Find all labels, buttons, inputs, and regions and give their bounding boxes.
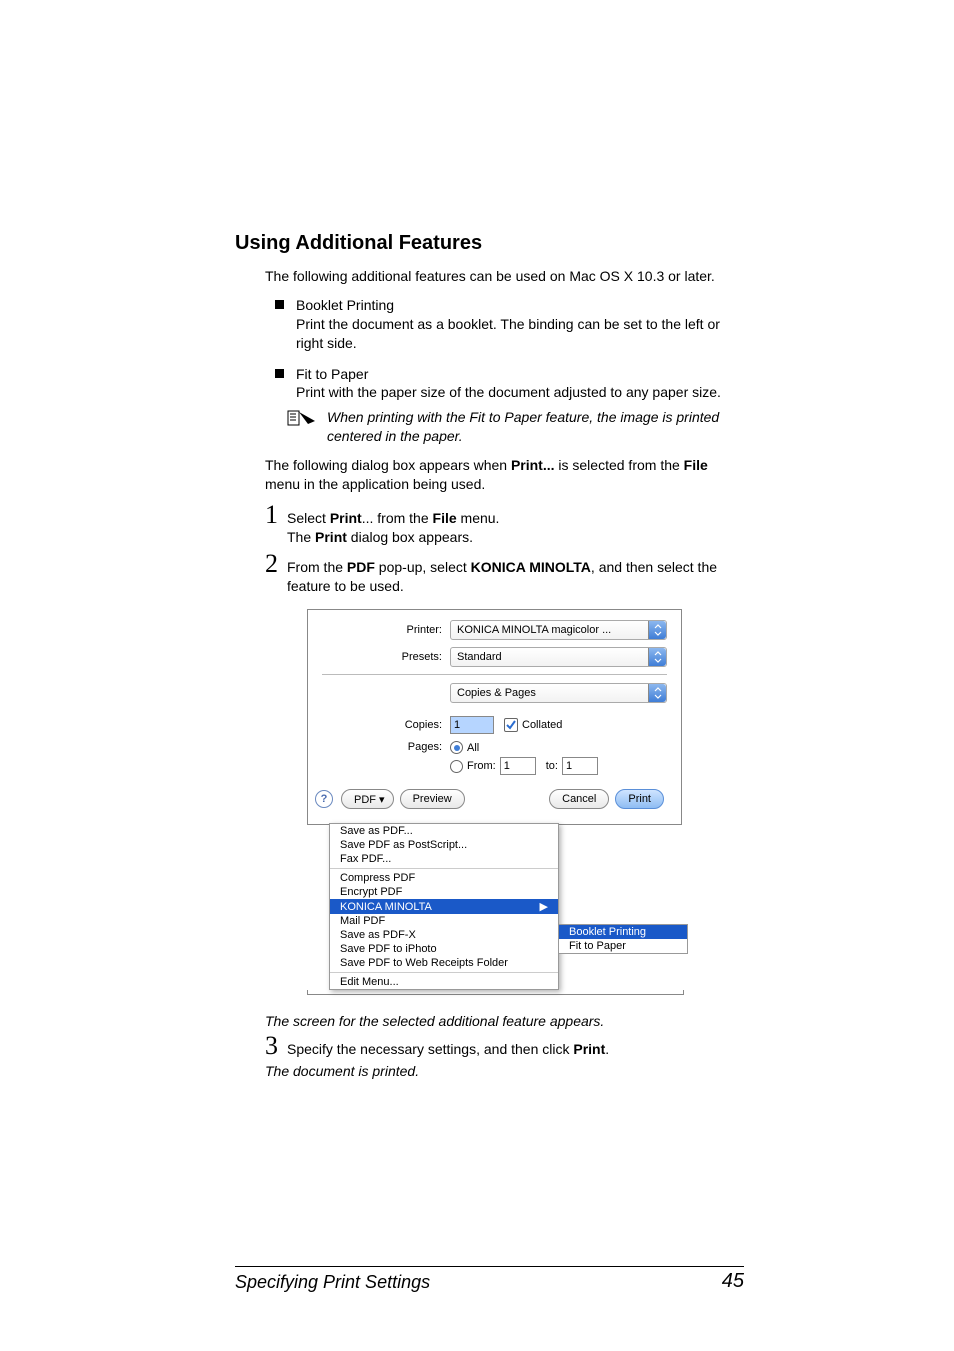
menu-item[interactable]: Save PDF to Web Receipts Folder [330, 956, 558, 970]
preview-button[interactable]: Preview [400, 789, 465, 809]
menu-item[interactable]: Encrypt PDF [330, 885, 558, 899]
presets-label: Presets: [322, 651, 450, 663]
select-value: KONICA MINOLTA magicolor ... [457, 624, 611, 636]
step-1: 1 Select Print... from the File menu. Th… [265, 504, 744, 547]
submenu-item-highlighted[interactable]: Booklet Printing [559, 925, 687, 939]
menu-item[interactable]: Mail PDF [330, 914, 558, 928]
section-heading: Using Additional Features [235, 232, 744, 255]
divider [322, 674, 667, 675]
intro-paragraph: The following additional features can be… [265, 267, 744, 286]
menu-item[interactable]: Save as PDF-X [330, 928, 558, 942]
step-text: Select Print... from the File menu. [287, 509, 744, 528]
page-number: 45 [722, 1270, 744, 1293]
text-span: menu in the application being used. [265, 476, 485, 492]
all-label: All [467, 742, 479, 754]
step-3: 3 Specify the necessary settings, and th… [265, 1035, 744, 1059]
page: Using Additional Features The following … [0, 0, 954, 1351]
menu-item[interactable]: Save PDF to iPhoto [330, 942, 558, 956]
to-label: to: [546, 760, 558, 772]
select-value: Standard [457, 651, 502, 663]
note-text: When printing with the Fit to Paper feat… [327, 408, 744, 446]
step-subtext: The Print dialog box appears. [287, 528, 744, 547]
help-button[interactable]: ? [315, 790, 333, 808]
text-bold: File [684, 457, 708, 473]
menu-separator [330, 868, 558, 869]
collated-label: Collated [522, 719, 562, 731]
footer-rule [235, 1266, 744, 1267]
menu-item-label: KONICA MINOLTA [340, 901, 432, 913]
pages-range-radio[interactable] [450, 760, 463, 773]
printer-select[interactable]: KONICA MINOLTA magicolor ... [450, 620, 667, 640]
print-button[interactable]: Print [615, 789, 664, 809]
step-text: Specify the necessary settings, and then… [287, 1040, 744, 1059]
step-text: From the PDF pop-up, select KONICA MINOL… [287, 558, 744, 596]
section-select[interactable]: Copies & Pages [450, 683, 667, 703]
bullet-item: Booklet Printing Print the document as a… [265, 296, 744, 353]
collated-checkbox[interactable] [504, 718, 518, 732]
text-span: The following dialog box appears when [265, 457, 511, 473]
copies-input[interactable] [450, 716, 494, 734]
pdf-submenu: Booklet Printing Fit to Paper [558, 924, 688, 954]
from-label: From: [467, 760, 496, 772]
bullet-desc: Print with the paper size of the documen… [296, 383, 744, 402]
cancel-button[interactable]: Cancel [549, 789, 609, 809]
submenu-item[interactable]: Fit to Paper [559, 939, 687, 953]
menu-item[interactable]: Edit Menu... [330, 975, 558, 989]
dialog-lower-border [307, 990, 684, 995]
menu-item[interactable]: Fax PDF... [330, 852, 558, 866]
text-bold: Print... [511, 457, 555, 473]
bullet-desc: Print the document as a booklet. The bin… [296, 315, 744, 353]
presets-select[interactable]: Standard [450, 647, 667, 667]
pages-all-radio[interactable] [450, 741, 463, 754]
step-number: 3 [265, 1033, 287, 1059]
menu-item[interactable]: Save as PDF... [330, 824, 558, 838]
step-number: 2 [265, 551, 287, 577]
note-row: When printing with the Fit to Paper feat… [287, 408, 744, 446]
menu-item-highlighted[interactable]: KONICA MINOLTA ▶ [330, 899, 558, 914]
bullet-item: Fit to Paper Print with the paper size o… [265, 365, 744, 403]
print-dialog: Printer: KONICA MINOLTA magicolor ... Pr… [307, 609, 682, 995]
pdf-dropdown-menu: Save as PDF... Save PDF as PostScript...… [329, 823, 559, 990]
chevron-updown-icon [648, 621, 666, 639]
from-input[interactable] [500, 757, 536, 775]
copies-label: Copies: [322, 719, 450, 731]
square-bullet-icon [275, 369, 284, 378]
printer-label: Printer: [322, 624, 450, 636]
menu-item[interactable]: Compress PDF [330, 871, 558, 885]
chevron-updown-icon [648, 648, 666, 666]
note-icon [287, 409, 317, 446]
menu-item[interactable]: Save PDF as PostScript... [330, 838, 558, 852]
bullet-title: Booklet Printing [296, 296, 744, 315]
final-note: The document is printed. [265, 1063, 744, 1079]
step-2: 2 From the PDF pop-up, select KONICA MIN… [265, 553, 744, 596]
transition-paragraph: The following dialog box appears when Pr… [265, 456, 744, 494]
chevron-updown-icon [648, 684, 666, 702]
print-dialog-screenshot: Printer: KONICA MINOLTA magicolor ... Pr… [307, 609, 682, 995]
footer-title: Specifying Print Settings [235, 1272, 430, 1293]
select-value: Copies & Pages [457, 687, 536, 699]
after-dialog-note: The screen for the selected additional f… [265, 1013, 744, 1029]
bullet-title: Fit to Paper [296, 365, 744, 384]
step-number: 1 [265, 502, 287, 528]
menu-separator [330, 972, 558, 973]
square-bullet-icon [275, 300, 284, 309]
pdf-menu-button[interactable]: PDF ▾ [341, 789, 394, 809]
pages-label: Pages: [322, 741, 450, 753]
to-input[interactable] [562, 757, 598, 775]
submenu-arrow-icon: ▶ [540, 900, 548, 913]
text-span: is selected from the [555, 457, 684, 473]
